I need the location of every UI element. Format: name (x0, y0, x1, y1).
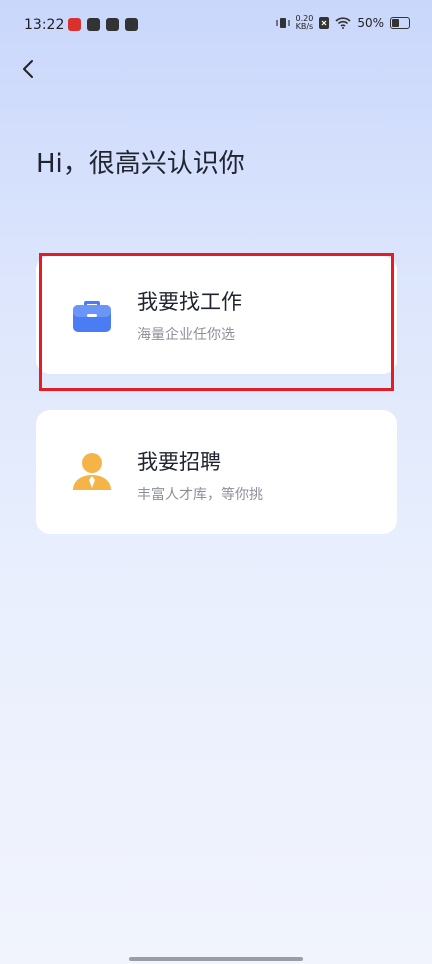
mail-app-icon (125, 18, 138, 31)
status-bar: 13:22 0.20 KB/s 50% (0, 0, 432, 50)
wifi-icon (335, 17, 351, 29)
chevron-left-icon (23, 60, 33, 78)
find-job-title: 我要找工作 (137, 290, 242, 314)
find-job-card[interactable]: 我要找工作 海量企业任你选 (36, 256, 397, 374)
status-time: 13:22 (24, 17, 65, 33)
net-speed-unit: KB/s (295, 22, 314, 31)
vivo-app-icon (106, 18, 119, 31)
recruit-title: 我要招聘 (137, 450, 221, 474)
page-title: Hi，很高兴认识你 (36, 149, 245, 179)
notification-icons (68, 18, 138, 31)
red-app-icon (68, 18, 81, 31)
recruit-card[interactable]: 我要招聘 丰富人才库，等你挑 (36, 410, 397, 534)
link-app-icon (87, 18, 100, 31)
find-job-subtitle: 海量企业任你选 (137, 327, 235, 343)
system-icons: 0.20 KB/s 50% (275, 15, 410, 31)
vibrate-icon (275, 18, 290, 28)
recruit-subtitle: 丰富人才库，等你挑 (137, 487, 263, 503)
sim-disabled-icon (319, 17, 330, 29)
briefcase-icon (73, 301, 111, 332)
home-indicator[interactable] (129, 957, 303, 961)
back-button[interactable] (16, 55, 44, 83)
net-speed: 0.20 KB/s (296, 15, 314, 31)
recruiter-person-icon (73, 453, 111, 490)
battery-icon (390, 17, 410, 29)
battery-percent: 50% (357, 16, 384, 30)
